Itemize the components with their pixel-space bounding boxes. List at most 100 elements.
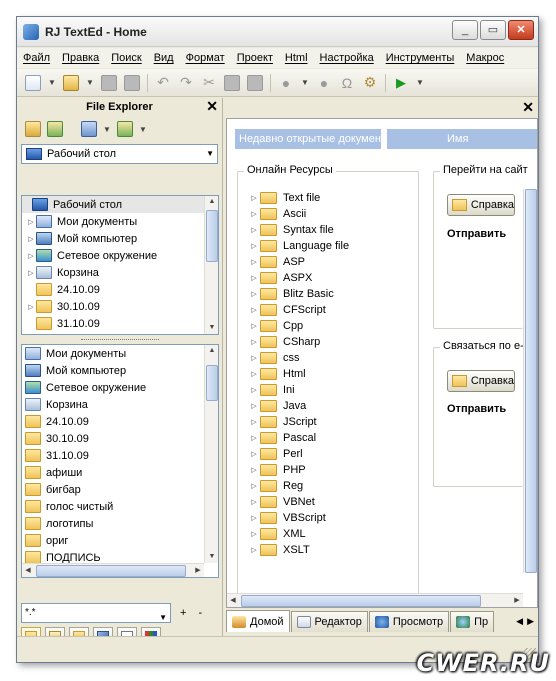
expand-arrow-icon[interactable]: ▷ xyxy=(248,290,260,298)
resource-item[interactable]: ▷ ASP xyxy=(248,254,349,270)
file-list-vscrollbar[interactable]: ▲ ▼ xyxy=(204,345,218,563)
resource-item[interactable]: ▷ PHP xyxy=(248,462,349,478)
folder-up-dropdown-icon[interactable]: ▼ xyxy=(139,125,147,134)
scroll-left-icon[interactable]: ◀ xyxy=(22,564,34,577)
cut-icon[interactable]: ✂ xyxy=(201,74,217,91)
expand-arrow-icon[interactable]: ▷ xyxy=(248,434,260,442)
redo-icon[interactable]: ↷ xyxy=(178,74,194,91)
expand-arrow-icon[interactable]: ▷ xyxy=(248,322,260,330)
tab-home[interactable]: Домой xyxy=(226,610,290,632)
location-select[interactable]: Рабочий стол ▼ xyxy=(21,144,218,164)
resource-item[interactable]: ▷ VBScript xyxy=(248,510,349,526)
settings-gear-icon[interactable]: ⚙ xyxy=(362,74,378,91)
minimize-button[interactable]: _ xyxy=(452,20,478,40)
expand-arrow-icon[interactable]: ▷ xyxy=(248,466,260,474)
resource-item[interactable]: ▷ Pascal xyxy=(248,430,349,446)
expand-arrow-icon[interactable]: ▷ xyxy=(248,338,260,346)
resource-item[interactable]: ▷ CFScript xyxy=(248,302,349,318)
menu-settings[interactable]: Настройка xyxy=(320,52,374,64)
scroll-up-icon[interactable]: ▲ xyxy=(205,196,218,208)
resource-item[interactable]: ▷ CSharp xyxy=(248,334,349,350)
expand-arrow-icon[interactable]: ▷ xyxy=(248,498,260,506)
tree-item[interactable]: ▷ 30.10.09 xyxy=(22,298,218,315)
view-mode-dropdown-icon[interactable]: ▼ xyxy=(103,125,111,134)
help-button[interactable]: Справка xyxy=(447,194,515,216)
chevron-down-icon[interactable]: ▼ xyxy=(206,149,214,158)
tab-next-icon[interactable]: ▶ xyxy=(527,616,534,627)
undo-icon[interactable]: ↶ xyxy=(155,74,171,91)
title-bar[interactable]: RJ TextEd - Home _ ▭ ✕ xyxy=(17,17,538,47)
expand-arrow-icon[interactable]: ▷ xyxy=(26,218,36,226)
scroll-thumb[interactable] xyxy=(206,365,218,401)
color-picker-icon[interactable]: ● xyxy=(316,75,332,91)
list-item[interactable]: ориг xyxy=(22,532,218,549)
menu-tools[interactable]: Инструменты xyxy=(386,52,455,64)
copy-icon[interactable] xyxy=(224,74,240,91)
expand-arrow-icon[interactable]: ▷ xyxy=(26,269,36,277)
expand-arrow-icon[interactable]: ▷ xyxy=(248,274,260,282)
tree-item[interactable]: ▷ Мои документы xyxy=(22,213,218,230)
file-list-hscrollbar[interactable]: ◀ ▶ xyxy=(22,563,204,577)
tab-editor[interactable]: Редактор xyxy=(290,611,368,632)
tree-item[interactable]: афиши xyxy=(22,332,218,334)
scroll-right-icon[interactable]: ▶ xyxy=(511,594,523,607)
resource-item[interactable]: ▷ Ascii xyxy=(248,206,349,222)
folder-view-icon[interactable] xyxy=(25,121,41,137)
remove-filter-button[interactable]: - xyxy=(195,607,205,619)
expand-arrow-icon[interactable]: ▷ xyxy=(26,235,36,243)
expand-arrow-icon[interactable]: ▷ xyxy=(248,370,260,378)
add-filter-button[interactable]: + xyxy=(177,607,189,619)
tree-item[interactable]: ▷ Мой компьютер xyxy=(22,230,218,247)
folder-up-icon[interactable] xyxy=(117,121,133,137)
expand-arrow-icon[interactable]: ▷ xyxy=(248,402,260,410)
list-item[interactable]: 24.10.09 xyxy=(22,413,218,430)
tree-scrollbar[interactable]: ▲ ▼ xyxy=(204,196,218,334)
list-item[interactable]: Мой компьютер xyxy=(22,362,218,379)
scroll-thumb[interactable] xyxy=(206,210,218,262)
tree-item[interactable]: 31.10.09 xyxy=(22,315,218,332)
tree-item[interactable]: ▷ Сетевое окружение xyxy=(22,247,218,264)
list-item[interactable]: логотипы xyxy=(22,515,218,532)
favorites-icon[interactable] xyxy=(47,121,63,137)
expand-arrow-icon[interactable]: ▷ xyxy=(248,210,260,218)
home-hscrollbar[interactable]: ◀ ▶ xyxy=(227,593,523,607)
scroll-thumb[interactable] xyxy=(36,565,186,577)
scroll-left-icon[interactable]: ◀ xyxy=(227,594,239,607)
scroll-up-icon[interactable]: ▲ xyxy=(205,345,218,357)
menu-edit[interactable]: Правка xyxy=(62,52,99,64)
maximize-button[interactable]: ▭ xyxy=(480,20,506,40)
expand-arrow-icon[interactable]: ▷ xyxy=(248,514,260,522)
expand-arrow-icon[interactable]: ▷ xyxy=(248,418,260,426)
resource-item[interactable]: ▷ Html xyxy=(248,366,349,382)
open-file-icon[interactable] xyxy=(63,74,79,91)
save-all-icon[interactable] xyxy=(124,74,140,91)
expand-arrow-icon[interactable]: ▷ xyxy=(248,386,260,394)
tab-browser[interactable]: Пр xyxy=(450,611,495,632)
resource-item[interactable]: ▷ Text file xyxy=(248,190,349,206)
save-icon[interactable] xyxy=(101,74,117,91)
list-item[interactable]: Сетевое окружение xyxy=(22,379,218,396)
list-item[interactable]: афиши xyxy=(22,464,218,481)
resource-item[interactable]: ▷ Ini xyxy=(248,382,349,398)
open-dropdown-icon[interactable]: ▼ xyxy=(86,78,94,87)
find-icon[interactable]: ● xyxy=(278,75,294,91)
expand-arrow-icon[interactable]: ▷ xyxy=(248,242,260,250)
resource-item[interactable]: ▷ ASPX xyxy=(248,270,349,286)
run-dropdown-icon[interactable]: ▼ xyxy=(416,78,424,87)
list-item[interactable]: 30.10.09 xyxy=(22,430,218,447)
file-filter-select[interactable]: *.* ▼ xyxy=(21,603,171,623)
expand-arrow-icon[interactable]: ▷ xyxy=(248,546,260,554)
menu-project[interactable]: Проект xyxy=(237,52,273,64)
resource-item[interactable]: ▷ Language file xyxy=(248,238,349,254)
expand-arrow-icon[interactable]: ▷ xyxy=(248,354,260,362)
expand-arrow-icon[interactable]: ▷ xyxy=(248,482,260,490)
scroll-thumb[interactable] xyxy=(241,595,481,607)
home-vscrollbar[interactable] xyxy=(523,189,537,573)
resource-item[interactable]: ▷ Cpp xyxy=(248,318,349,334)
close-document-icon[interactable]: ✕ xyxy=(522,99,534,116)
resource-item[interactable]: ▷ XSLT xyxy=(248,542,349,558)
resource-item[interactable]: ▷ Syntax file xyxy=(248,222,349,238)
run-icon[interactable]: ▶ xyxy=(393,75,409,91)
scroll-right-icon[interactable]: ▶ xyxy=(192,564,204,577)
close-panel-icon[interactable]: ✕ xyxy=(206,98,218,115)
